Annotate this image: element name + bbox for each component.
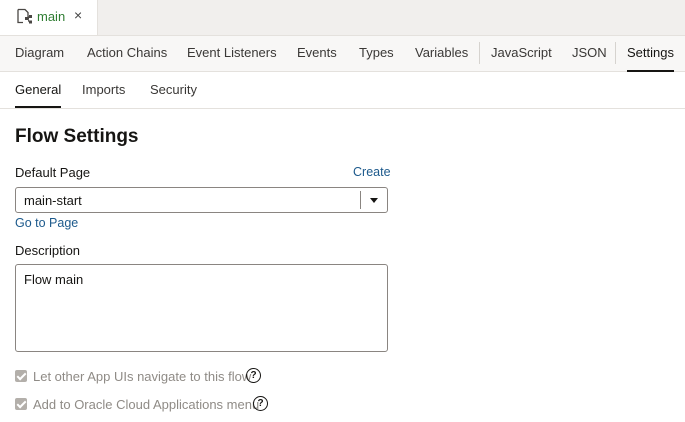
- tab-json[interactable]: JSON: [572, 36, 607, 71]
- oracle-menu-label: Add to Oracle Cloud Applications menu: [33, 397, 260, 412]
- select-divider: [360, 191, 361, 209]
- oracle-menu-checkbox[interactable]: [15, 398, 27, 410]
- tab-imports[interactable]: Imports: [82, 72, 125, 108]
- tab-divider: [479, 42, 480, 64]
- file-tab-strip: main ×: [0, 0, 685, 36]
- help-icon[interactable]: ?: [253, 396, 268, 411]
- default-page-value: main-start: [24, 193, 82, 208]
- tab-types[interactable]: Types: [359, 36, 394, 71]
- tab-action-chains[interactable]: Action Chains: [87, 36, 167, 71]
- tab-variables[interactable]: Variables: [415, 36, 468, 71]
- description-label: Description: [15, 243, 81, 258]
- file-tab-main[interactable]: main ×: [0, 0, 98, 35]
- tab-general[interactable]: General: [15, 72, 62, 108]
- default-page-select[interactable]: main-start: [15, 187, 388, 213]
- go-to-page-link[interactable]: Go to Page: [15, 216, 78, 230]
- tab-javascript[interactable]: JavaScript: [491, 36, 552, 71]
- navigate-flow-label: Let other App UIs navigate to this flow: [33, 369, 252, 384]
- tab-diagram[interactable]: Diagram: [15, 36, 64, 71]
- chevron-down-icon[interactable]: [370, 198, 378, 203]
- tab-divider: [615, 42, 616, 64]
- tab-events[interactable]: Events: [297, 36, 337, 71]
- flow-file-icon: [17, 8, 32, 24]
- create-page-link[interactable]: Create: [353, 165, 391, 179]
- tab-event-listeners[interactable]: Event Listeners: [187, 36, 277, 71]
- help-icon[interactable]: ?: [246, 368, 261, 383]
- page-title: Flow Settings: [15, 126, 139, 147]
- close-icon[interactable]: ×: [74, 7, 82, 23]
- file-tab-label: main: [37, 9, 66, 24]
- tab-settings[interactable]: Settings: [627, 36, 674, 72]
- navigate-flow-checkbox[interactable]: [15, 370, 27, 382]
- description-textarea[interactable]: Flow main: [15, 264, 388, 352]
- settings-sub-tabs: General Imports Security: [0, 72, 685, 109]
- tab-security[interactable]: Security: [150, 72, 197, 108]
- default-page-label: Default Page: [15, 165, 91, 180]
- editor-tabs: Diagram Action Chains Event Listeners Ev…: [0, 36, 685, 72]
- description-value: Flow main: [24, 272, 84, 287]
